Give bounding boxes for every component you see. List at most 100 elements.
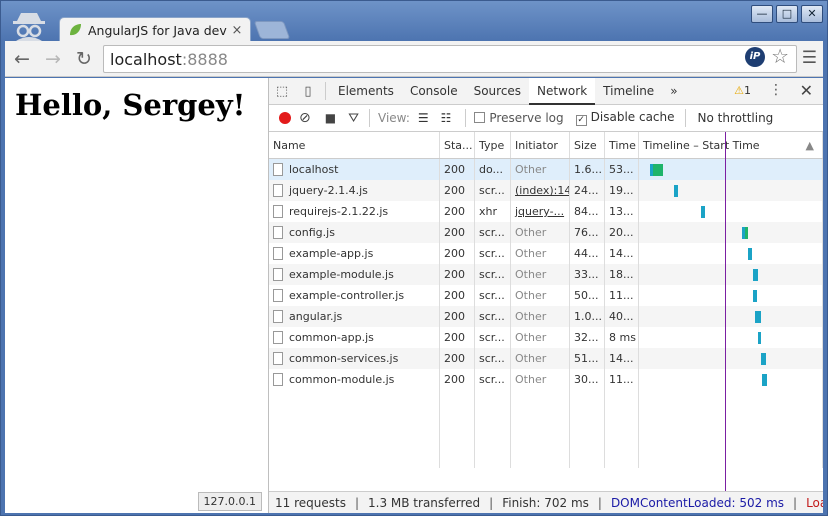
address-bar[interactable]: localhost:8888	[103, 45, 797, 73]
tab-network[interactable]: Network	[529, 77, 596, 105]
tab-close-icon[interactable]: ×	[230, 23, 244, 38]
cell-time: 14...	[605, 243, 639, 264]
table-row[interactable]: example-controller.js 200 scr... Other 50...…	[269, 285, 823, 306]
cell-timeline	[639, 201, 823, 222]
table-row[interactable]: localhost 200 do... Other 1.6... 53...	[269, 159, 823, 180]
preserve-log-label: Preserve log	[489, 111, 564, 125]
cell-size: 50...	[570, 285, 605, 306]
filter-icon[interactable]: ⛛	[348, 111, 359, 126]
record-button[interactable]	[279, 112, 291, 124]
tab-console[interactable]: Console	[402, 78, 466, 105]
device-mode-icon[interactable]: ▯	[295, 84, 321, 99]
cell-size: 44...	[570, 243, 605, 264]
cell-timeline	[639, 180, 823, 201]
preserve-log-checkbox[interactable]: Preserve log	[474, 111, 564, 125]
cell-name-text: jquery-2.1.4.js	[289, 184, 368, 197]
new-tab-button[interactable]	[253, 21, 291, 39]
waterfall-download-bar	[745, 227, 748, 239]
cell-name: example-module.js	[269, 264, 440, 285]
cell-size: 33...	[570, 264, 605, 285]
summary-load: Load: 50...	[806, 495, 823, 510]
tab-elements[interactable]: Elements	[330, 78, 402, 105]
spring-leaf-icon	[70, 24, 81, 36]
disable-cache-label: Disable cache	[590, 110, 675, 124]
table-row[interactable]: angular.js 200 scr... Other 1.0... 40...	[269, 306, 823, 327]
col-name[interactable]: Name	[269, 132, 440, 158]
table-row[interactable]: requirejs-2.1.22.js 200 xhr jquery-... 84...…	[269, 201, 823, 222]
cell-time: 53...	[605, 159, 639, 180]
file-icon	[273, 184, 283, 197]
waterfall-wait-bar	[755, 311, 761, 323]
cell-type: scr...	[475, 222, 511, 243]
summary-separator: |	[793, 495, 798, 510]
file-icon	[273, 226, 283, 239]
screenshot-icon[interactable]: ■	[325, 111, 336, 125]
table-row[interactable]: jquery-2.1.4.js 200 scr... (index):14 24... 1…	[269, 180, 823, 201]
cell-status: 200	[440, 159, 475, 180]
col-initiator[interactable]: Initiator	[511, 132, 570, 158]
col-time[interactable]: Time	[605, 132, 639, 158]
cell-name-text: localhost	[289, 163, 339, 176]
reload-button[interactable]: ↻	[70, 45, 98, 73]
file-icon	[273, 205, 283, 218]
cell-timeline	[639, 222, 823, 243]
warning-count[interactable]: ⚠1	[734, 84, 751, 97]
table-row[interactable]: common-app.js 200 scr... Other 32... 8 ms	[269, 327, 823, 348]
cell-name: requirejs-2.1.22.js	[269, 201, 440, 222]
table-empty-area	[269, 363, 823, 468]
file-icon	[273, 289, 283, 302]
cell-type: scr...	[475, 180, 511, 201]
bookmark-star-icon[interactable]: ☆	[771, 44, 789, 68]
cell-time: 18...	[605, 264, 639, 285]
browser-tab[interactable]: AngularJS for Java dev ×	[59, 17, 251, 42]
cell-time: 11...	[605, 285, 639, 306]
cell-timeline	[639, 264, 823, 285]
waterfall-wait-bar	[753, 269, 758, 281]
tab-timeline[interactable]: Timeline	[595, 78, 662, 105]
table-row[interactable]: config.js 200 scr... Other 76... 20...	[269, 222, 823, 243]
cell-initiator-link[interactable]: jquery-...	[511, 201, 570, 222]
minimize-button[interactable]: —	[751, 5, 773, 23]
forward-button[interactable]: →	[39, 45, 67, 73]
table-row[interactable]: example-app.js 200 scr... Other 44... 14...	[269, 243, 823, 264]
cell-name: config.js	[269, 222, 440, 243]
inspect-element-icon[interactable]: ⬚	[269, 84, 295, 99]
cell-type: scr...	[475, 327, 511, 348]
devtools-menu-icon[interactable]: ⋮	[769, 82, 783, 98]
close-window-button[interactable]: ✕	[801, 5, 823, 23]
more-tabs-button[interactable]: »	[662, 78, 685, 105]
separator	[684, 109, 686, 127]
col-size[interactable]: Size	[570, 132, 605, 158]
chrome-menu-icon[interactable]: ☰	[802, 48, 817, 68]
cell-status: 200	[440, 222, 475, 243]
cell-type: do...	[475, 159, 511, 180]
cell-status: 200	[440, 180, 475, 201]
throttling-select[interactable]: No throttling	[698, 111, 774, 125]
devtools-close-icon[interactable]: ✕	[800, 81, 813, 100]
page-heading: Hello, Sergey!	[15, 88, 246, 122]
col-status[interactable]: Sta...	[440, 132, 475, 158]
cell-initiator-link[interactable]: (index):14	[511, 180, 570, 201]
back-button[interactable]: ←	[8, 45, 36, 73]
cell-type: xhr	[475, 201, 511, 222]
col-type[interactable]: Type	[475, 132, 511, 158]
waterfall-wait-bar	[748, 248, 752, 260]
cell-time: 19...	[605, 180, 639, 201]
cell-name: localhost	[269, 159, 440, 180]
col-timeline[interactable]: Timeline – Start Time ▲	[639, 132, 823, 158]
disable-cache-checkbox[interactable]: ✓ Disable cache	[575, 110, 675, 126]
load-event-marker	[725, 132, 726, 495]
extension-icon[interactable]: iP	[745, 47, 765, 67]
status-url-bubble: 127.0.0.1	[197, 492, 262, 511]
url-port: :8888	[181, 49, 228, 69]
tab-sources[interactable]: Sources	[466, 78, 529, 105]
devtools-panel: ⬚ ▯ Elements Console Sources Network Tim…	[269, 77, 823, 513]
clear-icon[interactable]: ⊘	[299, 110, 311, 126]
overview-icon[interactable]: ☷	[441, 111, 452, 125]
table-row[interactable]: example-module.js 200 scr... Other 33... 18..…	[269, 264, 823, 285]
column-divider	[570, 363, 605, 468]
large-rows-icon[interactable]: ☰	[418, 111, 429, 125]
cell-name-text: angular.js	[289, 310, 343, 323]
maximize-button[interactable]: □	[776, 5, 798, 23]
tab-strip: AngularJS for Java dev × — □ ✕	[1, 1, 828, 42]
